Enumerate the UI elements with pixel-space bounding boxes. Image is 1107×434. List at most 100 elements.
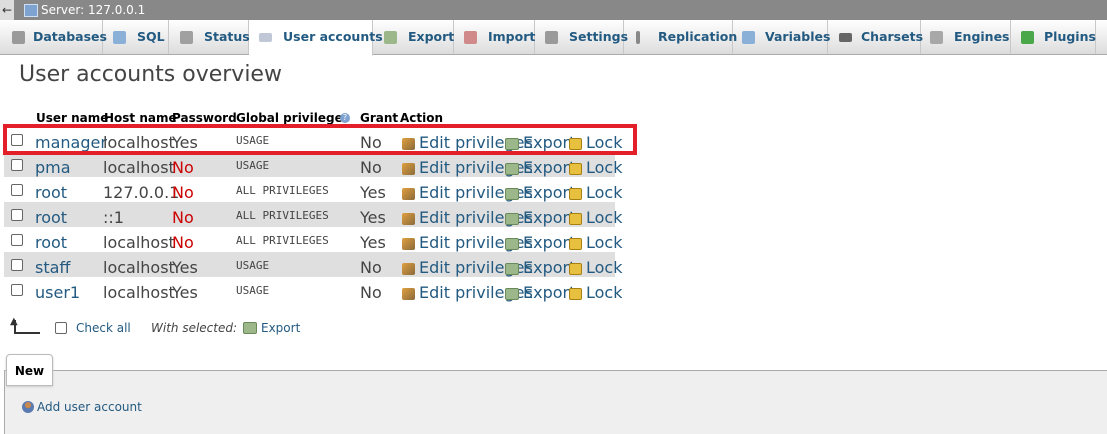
export-link[interactable]: Export [505,233,575,252]
table-row: root 127.0.0.1 No ALL PRIVILEGES Yes Edit pri… [4,177,622,202]
row-checkbox[interactable] [11,284,23,296]
tab-replication[interactable]: Replication [624,20,737,54]
variables-icon [742,31,755,44]
row-checkbox[interactable] [11,134,23,146]
tab-status[interactable]: Status [169,20,250,54]
check-all-checkbox[interactable] [55,322,67,334]
password-cell: No [172,158,194,177]
export-link[interactable]: Export [505,158,575,177]
lock-icon [569,288,582,300]
edit-privileges-icon [402,238,415,250]
row-checkbox[interactable] [11,234,23,246]
host-name-cell: localhost [103,258,175,277]
lock-icon [569,213,582,225]
user-name-cell[interactable]: staff [35,258,70,277]
grant-cell: No [360,158,382,177]
password-cell: No [172,208,194,227]
edit-privileges-icon [402,188,415,200]
host-name-cell: 127.0.0.1 [103,183,180,202]
server-label[interactable]: Server: 127.0.0.1 [41,3,145,17]
table-row: root::1 No ALL PRIVILEGES Yes Edit privilege… [4,202,622,227]
export-icon [505,238,519,250]
user-name-cell[interactable]: root [35,233,67,252]
user-name-cell[interactable]: pma [35,158,71,177]
grant-cell: Yes [360,208,386,227]
header-host-name[interactable]: Host name [104,111,177,125]
export-link[interactable]: Export [505,183,575,202]
import-icon [464,31,477,44]
settings-icon [545,31,558,44]
header-grant[interactable]: Grant [360,111,398,125]
tab-settings[interactable]: Settings [535,20,628,54]
edit-privileges-icon [402,163,415,175]
add-user-account-link[interactable]: Add user account [22,400,142,414]
export-link[interactable]: Export [505,283,575,302]
export-icon [505,213,519,225]
global-privileges-cell: ALL PRIVILEGES [236,184,329,197]
arrow-head-icon: ▲ [10,316,18,327]
check-all-link[interactable]: Check all [76,321,131,335]
header-action: Action [400,111,444,125]
edit-privileges-icon [402,263,415,275]
grant-cell: No [360,258,382,277]
tab-import[interactable]: Import [454,20,535,54]
tab-charsets[interactable]: Charsets [828,20,923,54]
row-checkbox[interactable] [11,209,23,221]
row-checkbox[interactable] [11,184,23,196]
tab-plugins[interactable]: Plugins [1011,20,1096,54]
back-arrow-icon[interactable]: ← [0,0,14,20]
row-checkbox[interactable] [11,159,23,171]
table-row: root localhost No ALL PRIVILEGES Yes Edit pri… [4,227,622,252]
export-icon [505,263,519,275]
lock-icon [569,238,582,250]
table-row: user1 localhost Yes USAGE No Edit privileges E… [4,277,622,302]
host-name-cell: localhost [103,158,175,177]
user-accounts-icon [259,33,272,42]
lock-link[interactable]: Lock [569,183,622,202]
password-cell: Yes [172,283,198,302]
tab-engines[interactable]: Engines [921,20,1011,54]
table-header: User name Host name Password Global priv… [4,108,615,127]
user-name-cell[interactable]: manager [35,133,107,152]
password-cell: Yes [172,258,198,277]
export-link[interactable]: Export [505,258,575,277]
export-icon [505,288,519,300]
new-section-tab[interactable]: New [6,354,53,386]
new-section [4,370,1107,434]
lock-link[interactable]: Lock [569,258,622,277]
tab-export[interactable]: Export [373,20,454,54]
tab-sql[interactable]: SQL [103,20,169,54]
lock-link[interactable]: Lock [569,208,622,227]
export-icon [384,31,397,44]
lock-link[interactable]: Lock [569,283,622,302]
grant-cell: No [360,283,382,302]
lock-link[interactable]: Lock [569,158,622,177]
lock-link[interactable]: Lock [569,233,622,252]
host-name-cell: localhost [103,283,175,302]
row-checkbox[interactable] [11,259,23,271]
export-icon [505,188,519,200]
engines-icon [930,31,943,44]
header-user-name[interactable]: User name [36,111,108,125]
tab-user-accounts[interactable]: User accounts [249,20,383,56]
bulk-export-button[interactable]: Export [243,321,300,335]
header-global-privileges[interactable]: Global privileges [236,111,350,125]
help-icon[interactable]: ? [340,113,350,123]
tab-databases[interactable]: Databases [0,20,107,54]
main-tabs: Databases SQL Status User accounts Expor… [0,20,1107,56]
global-privileges-cell: ALL PRIVILEGES [236,234,329,247]
user-name-cell[interactable]: root [35,208,67,227]
password-cell: No [172,183,194,202]
table-row: staff localhost Yes USAGE No Edit privileges E… [4,252,622,277]
export-link[interactable]: Export [505,208,575,227]
user-name-cell[interactable]: root [35,183,67,202]
table-row: pma localhost No USAGE No Edit privileges Expo… [4,152,622,177]
grant-cell: Yes [360,233,386,252]
lock-icon [569,263,582,275]
user-name-cell[interactable]: user1 [35,283,80,302]
export-link[interactable]: Export [505,133,575,152]
grant-cell: No [360,133,382,152]
header-password[interactable]: Password [172,111,237,125]
lock-link[interactable]: Lock [569,133,622,152]
tab-variables[interactable]: Variables [733,20,830,54]
